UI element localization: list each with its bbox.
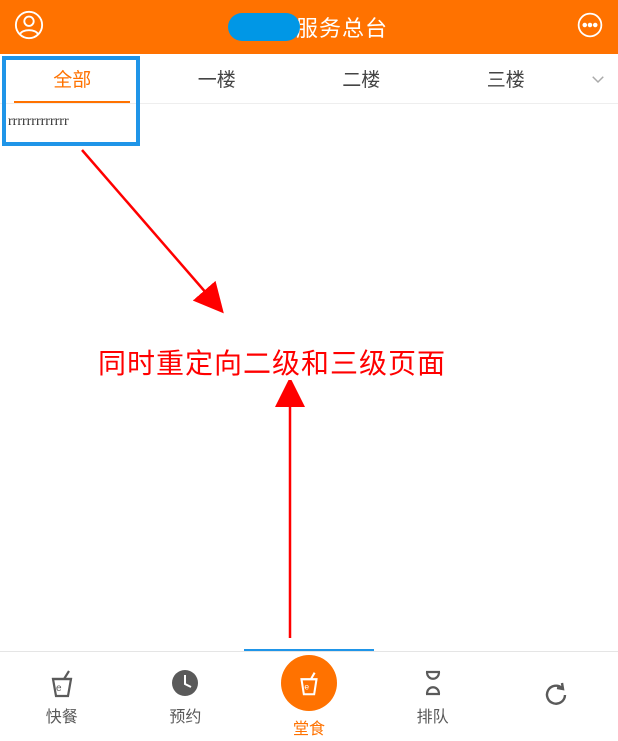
cup-icon-active: e — [281, 655, 337, 711]
tab-floor2[interactable]: 二楼 — [289, 54, 434, 103]
page-title: 服务总台 — [232, 11, 388, 43]
refresh-icon — [540, 679, 572, 711]
title-text: 服务总台 — [296, 11, 388, 43]
hourglass-icon — [417, 667, 449, 699]
nav-fastfood[interactable]: e 快餐 — [0, 667, 124, 727]
nav-label: 排队 — [417, 703, 449, 727]
nav-refresh[interactable] — [494, 679, 618, 715]
sub-content-text: rrrrrrrrrrrrr — [8, 114, 69, 130]
nav-dinein[interactable]: e 堂食 — [247, 655, 371, 739]
more-icon[interactable] — [576, 11, 604, 44]
app-header: 服务总台 — [0, 0, 618, 54]
annotation-arrow-up — [270, 380, 330, 650]
tab-label: 全部 — [53, 65, 91, 92]
nav-queue[interactable]: 排队 — [371, 667, 495, 727]
floor-tabs: 全部 一楼 二楼 三楼 — [0, 54, 618, 104]
nav-label: 快餐 — [46, 703, 78, 727]
annotation-text: 同时重定向二级和三级页面 — [98, 342, 446, 382]
tab-all[interactable]: 全部 — [0, 54, 145, 103]
tab-label: 三楼 — [487, 65, 525, 92]
clock-icon — [169, 667, 201, 699]
nav-label: 堂食 — [293, 715, 325, 739]
bottom-nav: e 快餐 预约 e 堂食 排队 — [0, 651, 618, 741]
title-logo-mark — [228, 13, 300, 41]
nav-reserve[interactable]: 预约 — [124, 667, 248, 727]
tab-floor1[interactable]: 一楼 — [145, 54, 290, 103]
user-icon[interactable] — [14, 10, 44, 45]
annotation-arrow-down — [78, 146, 238, 346]
tab-label: 二楼 — [342, 65, 380, 92]
chevron-down-icon[interactable] — [578, 54, 618, 103]
tab-label: 一楼 — [198, 65, 236, 92]
tab-floor3[interactable]: 三楼 — [434, 54, 579, 103]
svg-text:e: e — [56, 683, 62, 694]
svg-text:e: e — [304, 681, 309, 691]
cup-icon: e — [46, 667, 78, 699]
nav-label: 预约 — [169, 703, 201, 727]
